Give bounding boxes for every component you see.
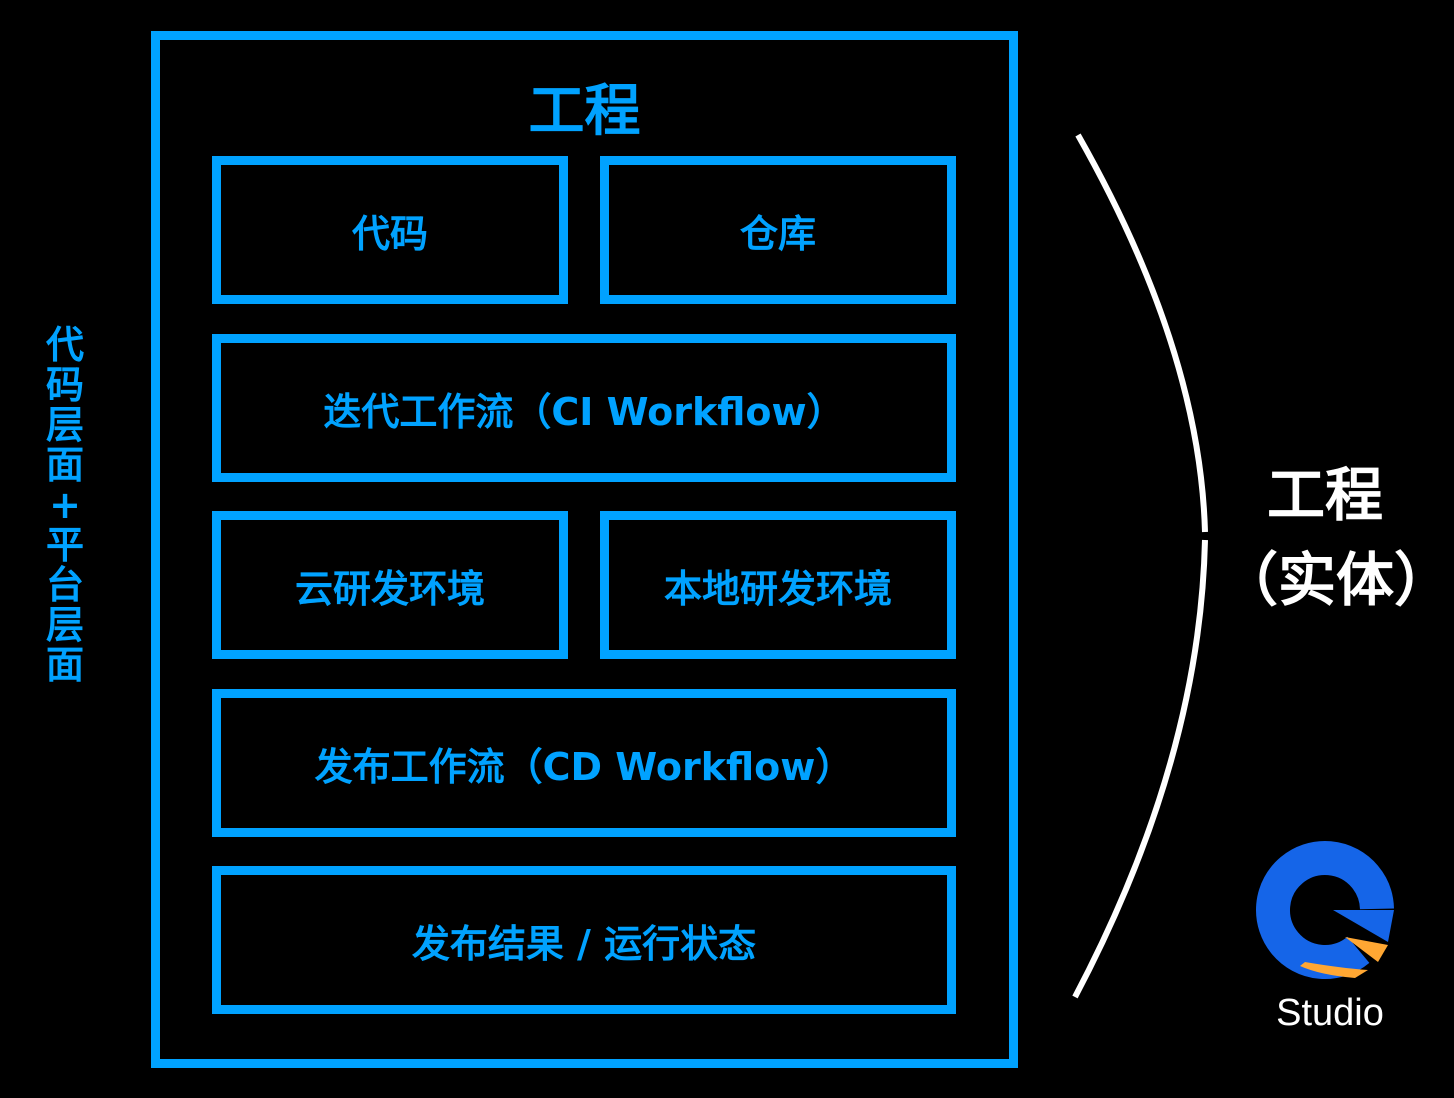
g-studio-logo-icon [1256,841,1394,979]
logo-text: Studio [1276,992,1384,1034]
